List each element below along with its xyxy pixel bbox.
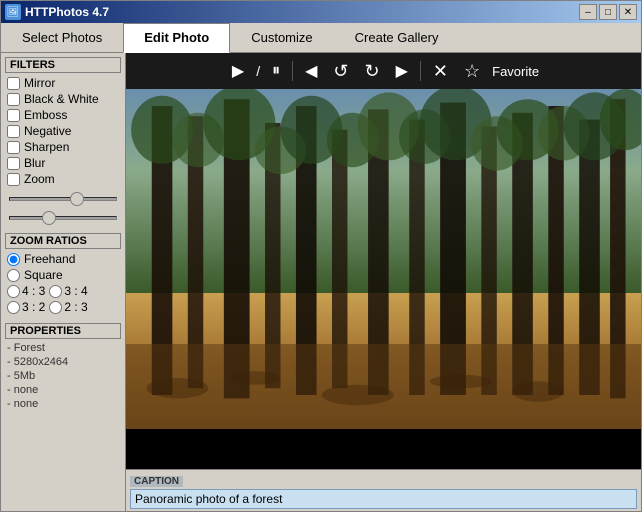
zoom-freehand-label: Freehand xyxy=(24,252,75,266)
contrast-slider[interactable] xyxy=(9,216,117,220)
forest-image xyxy=(126,89,641,429)
zoom-ratios-header: ZOOM RATIOS xyxy=(5,233,121,249)
close-photo-button[interactable]: ✕ xyxy=(429,59,452,84)
zoom-freehand[interactable]: Freehand xyxy=(5,251,121,267)
filter-sharpen[interactable]: Sharpen xyxy=(5,139,121,155)
filter-blur[interactable]: Blur xyxy=(5,155,121,171)
zoom-ratios-section: ZOOM RATIOS Freehand Square 4 : 3 xyxy=(5,233,121,315)
content-area: FILTERS Mirror Black & White Emboss Nega… xyxy=(1,53,641,511)
ratio-43[interactable]: 4 : 3 xyxy=(7,284,45,298)
title-bar-left: 🖼 HTTPhotos 4.7 xyxy=(5,4,109,20)
main-window: 🖼 HTTPhotos 4.7 – □ ✕ Select Photos Edit… xyxy=(0,0,642,512)
filter-emboss-checkbox[interactable] xyxy=(7,109,20,122)
rotate-right-button[interactable]: ↻ xyxy=(361,59,384,84)
filter-mirror-label: Mirror xyxy=(24,76,55,90)
filter-zoom-checkbox[interactable] xyxy=(7,173,20,186)
ratio-23-label: 2 : 3 xyxy=(64,300,87,314)
divider-2 xyxy=(420,61,421,81)
zoom-freehand-radio[interactable] xyxy=(7,253,20,266)
caption-input[interactable] xyxy=(130,489,637,509)
favorite-star-button[interactable]: ☆ xyxy=(460,59,484,84)
filters-section: FILTERS Mirror Black & White Emboss Nega… xyxy=(5,57,121,225)
separator-1: / xyxy=(256,63,260,79)
ratio-34-radio[interactable] xyxy=(49,285,62,298)
divider-1 xyxy=(292,61,293,81)
minimize-button[interactable]: – xyxy=(579,4,597,20)
ratio-row-1: 4 : 3 3 : 4 xyxy=(5,283,121,299)
prop-name: - Forest xyxy=(5,341,121,355)
slider1-container xyxy=(5,187,121,206)
caption-label: CAPTION xyxy=(130,476,183,487)
maximize-button[interactable]: □ xyxy=(599,4,617,20)
play-button[interactable]: ▶ xyxy=(228,59,248,83)
filter-blur-checkbox[interactable] xyxy=(7,157,20,170)
prop-extra2: - none xyxy=(5,397,121,411)
next-button[interactable]: ▶ xyxy=(392,59,412,83)
ratio-34-label: 3 : 4 xyxy=(64,284,87,298)
tab-customize[interactable]: Customize xyxy=(230,23,333,52)
zoom-square-radio[interactable] xyxy=(7,269,20,282)
tab-edit-photo[interactable]: Edit Photo xyxy=(123,23,230,53)
ratio-32-radio[interactable] xyxy=(7,301,20,314)
filter-bw[interactable]: Black & White xyxy=(5,91,121,107)
filter-negative[interactable]: Negative xyxy=(5,123,121,139)
prop-size: - 5Mb xyxy=(5,369,121,383)
bottom-bar xyxy=(126,429,641,469)
ratio-43-radio[interactable] xyxy=(7,285,20,298)
photo-container xyxy=(126,89,641,429)
window-controls: – □ ✕ xyxy=(579,4,637,20)
ratio-row-2: 3 : 2 2 : 3 xyxy=(5,299,121,315)
properties-header: PROPERTIES xyxy=(5,323,121,339)
rotate-left-button[interactable]: ↺ xyxy=(329,59,352,84)
prop-extra1: - none xyxy=(5,383,121,397)
favorite-label: Favorite xyxy=(492,64,539,79)
app-icon: 🖼 xyxy=(5,4,21,20)
caption-area: CAPTION xyxy=(126,469,641,511)
filter-zoom[interactable]: Zoom xyxy=(5,171,121,187)
filter-mirror[interactable]: Mirror xyxy=(5,75,121,91)
ratio-23[interactable]: 2 : 3 xyxy=(49,300,87,314)
filters-header: FILTERS xyxy=(5,57,121,73)
zoom-square-label: Square xyxy=(24,268,63,282)
filter-negative-checkbox[interactable] xyxy=(7,125,20,138)
filter-sharpen-checkbox[interactable] xyxy=(7,141,20,154)
properties-section: PROPERTIES - Forest - 5280x2464 - 5Mb - … xyxy=(5,323,121,411)
title-bar: 🖼 HTTPhotos 4.7 – □ ✕ xyxy=(1,1,641,23)
photo-display xyxy=(126,89,641,429)
main-photo-area: ▶ / ⏸ ◀ ↺ ↻ ▶ ✕ ☆ Favorite xyxy=(126,53,641,511)
filter-bw-label: Black & White xyxy=(24,92,99,106)
app-title: HTTPhotos 4.7 xyxy=(25,5,109,19)
ratio-32-label: 3 : 2 xyxy=(22,300,45,314)
prop-dimensions: - 5280x2464 xyxy=(5,355,121,369)
prev-button[interactable]: ◀ xyxy=(301,59,321,83)
ratio-34[interactable]: 3 : 4 xyxy=(49,284,87,298)
tab-create-gallery[interactable]: Create Gallery xyxy=(334,23,460,52)
filter-blur-label: Blur xyxy=(24,156,45,170)
ratio-23-radio[interactable] xyxy=(49,301,62,314)
sidebar: FILTERS Mirror Black & White Emboss Nega… xyxy=(1,53,126,511)
tab-select-photos[interactable]: Select Photos xyxy=(1,23,123,52)
pause-button[interactable]: ⏸ xyxy=(268,60,284,82)
filter-emboss-label: Emboss xyxy=(24,108,67,122)
zoom-square[interactable]: Square xyxy=(5,267,121,283)
slider2-container xyxy=(5,206,121,225)
filter-bw-checkbox[interactable] xyxy=(7,93,20,106)
ratio-43-label: 4 : 3 xyxy=(22,284,45,298)
filter-emboss[interactable]: Emboss xyxy=(5,107,121,123)
close-window-button[interactable]: ✕ xyxy=(619,4,637,20)
menu-bar: Select Photos Edit Photo Customize Creat… xyxy=(1,23,641,53)
filter-mirror-checkbox[interactable] xyxy=(7,77,20,90)
filter-sharpen-label: Sharpen xyxy=(24,140,69,154)
photo-toolbar: ▶ / ⏸ ◀ ↺ ↻ ▶ ✕ ☆ Favorite xyxy=(126,53,641,89)
filter-zoom-label: Zoom xyxy=(24,172,55,186)
filter-negative-label: Negative xyxy=(24,124,71,138)
ratio-32[interactable]: 3 : 2 xyxy=(7,300,45,314)
brightness-slider[interactable] xyxy=(9,197,117,201)
